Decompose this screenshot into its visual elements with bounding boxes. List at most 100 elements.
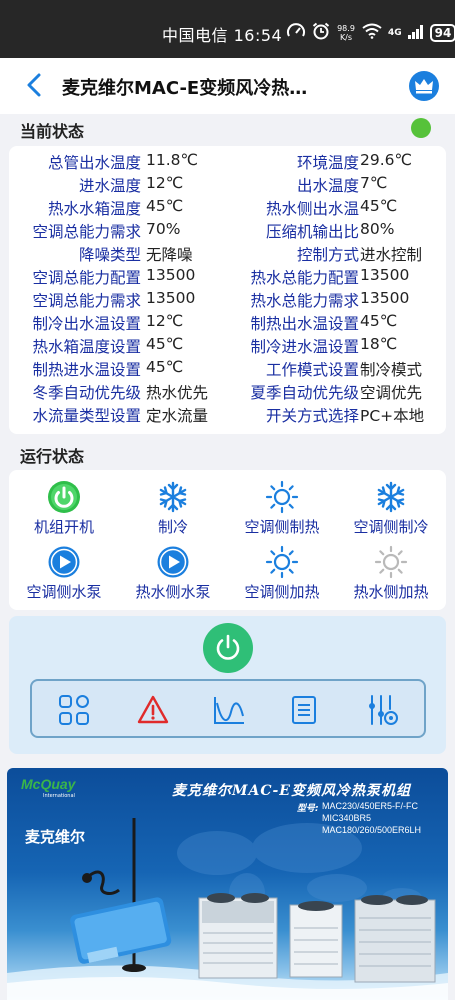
brand-logo-text: McQuay: [21, 776, 76, 792]
pump-play-icon: [47, 545, 81, 579]
network-type: 4G: [388, 28, 402, 38]
page-title: 麦克维尔MAC-E变频风冷热…: [62, 78, 308, 99]
run-label: 空调侧水泵: [26, 583, 102, 601]
signal-icon: [407, 24, 424, 43]
back-button[interactable]: [20, 70, 50, 100]
run-label: 热水侧水泵: [135, 583, 211, 601]
param-value: 45℃: [146, 358, 184, 376]
param-value: 18℃: [360, 335, 398, 353]
param-value: 70%: [146, 220, 181, 238]
sun-icon: [374, 545, 408, 579]
param-label: 制热出水温设置: [250, 315, 359, 333]
param-label: 压缩机输出比: [265, 223, 359, 241]
run-item-ac-heating: 空调侧制热: [227, 480, 337, 537]
carrier-time: 中国电信 16:54: [162, 26, 283, 45]
product-banner[interactable]: McQuay International 麦克维尔 麦克维尔MAC-E变频风冷热…: [7, 768, 448, 1000]
trend-button[interactable]: [212, 693, 246, 727]
param-value: 进水控制: [360, 246, 423, 264]
alarm-clock-icon: [312, 22, 330, 44]
param-label: 冬季自动优先级: [32, 384, 141, 402]
current-status-card: 总管出水温度 11.8℃ 环境温度 29.6℃ 进水温度 12℃ 出水温度 7℃…: [9, 146, 446, 434]
run-status-title: 运行状态: [20, 447, 85, 466]
menu-button[interactable]: [57, 693, 91, 727]
brand-name-cn: 麦克维尔: [25, 828, 86, 846]
param-value: 11.8℃: [146, 151, 198, 169]
alarm-button[interactable]: [136, 693, 170, 727]
param-row: 水流量类型设置 定水流量 开关方式选择 PC+本地: [9, 404, 446, 427]
run-label: 制冷: [157, 518, 188, 536]
param-value: 定水流量: [146, 407, 209, 425]
crown-icon: [415, 79, 433, 94]
param-label: 开关方式选择: [265, 407, 359, 425]
param-value: 制冷模式: [360, 361, 423, 379]
run-label: 空调侧加热: [244, 583, 320, 601]
speed-unit: K/s: [339, 33, 353, 42]
param-value: 29.6℃: [360, 151, 412, 169]
param-row: 空调总能力需求 70% 压缩机输出比 80%: [9, 220, 446, 243]
param-label: 水流量类型设置: [32, 407, 141, 425]
param-value: 13500: [360, 289, 410, 307]
param-label: 出水温度: [296, 177, 359, 195]
param-row: 进水温度 12℃ 出水温度 7℃: [9, 174, 446, 197]
settings-button[interactable]: [365, 693, 399, 727]
param-value: 无降噪: [146, 246, 193, 264]
param-label: 进水温度: [78, 177, 141, 195]
run-label: 空调侧制热: [244, 518, 320, 536]
slider-settings-icon: [369, 695, 398, 725]
brand-logo-subtext: International: [43, 793, 75, 799]
toolbar: [30, 679, 426, 738]
param-label: 工作模式设置: [265, 361, 359, 379]
param-row: 热水箱温度设置 45℃ 制冷进水温设置 18℃: [9, 335, 446, 358]
run-item-ac-heater: 空调侧加热: [227, 545, 337, 602]
brand-logo: McQuay International 麦克维尔: [21, 776, 101, 846]
alarm-warning-icon: [137, 695, 169, 724]
param-label: 控制方式: [296, 246, 359, 264]
current-status-title: 当前状态: [20, 122, 85, 141]
run-item-hw-heater: 热水侧加热: [336, 545, 446, 602]
status-bar: 中国电信 16:54 98.9 K/s 4G 94: [0, 0, 455, 58]
power-button[interactable]: [203, 623, 253, 673]
run-label: 热水侧加热: [353, 583, 429, 601]
power-on-icon: [47, 480, 81, 514]
param-value: PC+本地: [360, 407, 425, 425]
speedometer-icon: [286, 22, 306, 44]
param-row: 制热进水温设置 45℃ 工作模式设置 制冷模式: [9, 358, 446, 381]
sun-icon: [265, 545, 299, 579]
status-icons: 98.9 K/s 4G 94: [286, 19, 455, 47]
param-value: 12℃: [146, 312, 184, 330]
param-value: 13500: [146, 266, 196, 284]
grid-menu-icon: [59, 695, 89, 725]
param-value: 12℃: [146, 174, 184, 192]
wifi-icon: [362, 23, 382, 43]
param-label: 降噪类型: [78, 246, 141, 264]
trend-chart-icon: [214, 697, 244, 724]
param-value: 45℃: [360, 312, 398, 330]
param-row: 冬季自动优先级 热水优先 夏季自动优先级 空调优先: [9, 381, 446, 404]
model-line: MAC180/260/500ER6LH: [322, 825, 422, 835]
chevron-left-icon: [27, 73, 41, 97]
param-label: 制冷进水温设置: [250, 338, 359, 356]
param-row: 空调总能力配置 13500 热水总能力配置 13500: [9, 266, 446, 289]
param-value: 45℃: [146, 335, 184, 353]
param-label: 制热进水温设置: [32, 361, 141, 379]
param-label: 空调总能力需求: [32, 292, 141, 310]
param-value: 45℃: [146, 197, 184, 215]
run-label: 机组开机: [33, 518, 94, 536]
run-label: 空调侧制冷: [353, 518, 429, 536]
vip-button[interactable]: [409, 71, 439, 101]
model-line: MIC340BR5: [322, 813, 372, 823]
network-speed: 98.9 K/s: [336, 24, 356, 42]
snowflake-icon: [156, 480, 190, 514]
param-value: 13500: [360, 266, 410, 284]
param-row: 降噪类型 无降噪 控制方式 进水控制: [9, 243, 446, 266]
param-value: 45℃: [360, 197, 398, 215]
param-row: 热水水箱温度 45℃ 热水侧出水温 45℃: [9, 197, 446, 220]
log-button[interactable]: [287, 693, 321, 727]
run-item-ac-cooling: 空调侧制冷: [336, 480, 446, 537]
param-label: 热水侧出水温: [265, 200, 359, 218]
param-value: 80%: [360, 220, 395, 238]
param-label: 环境温度: [296, 154, 359, 172]
run-item-hw-pump: 热水侧水泵: [118, 545, 228, 602]
param-value: 热水优先: [146, 384, 209, 402]
param-row: 空调总能力需求 13500 热水总能力需求 13500: [9, 289, 446, 312]
